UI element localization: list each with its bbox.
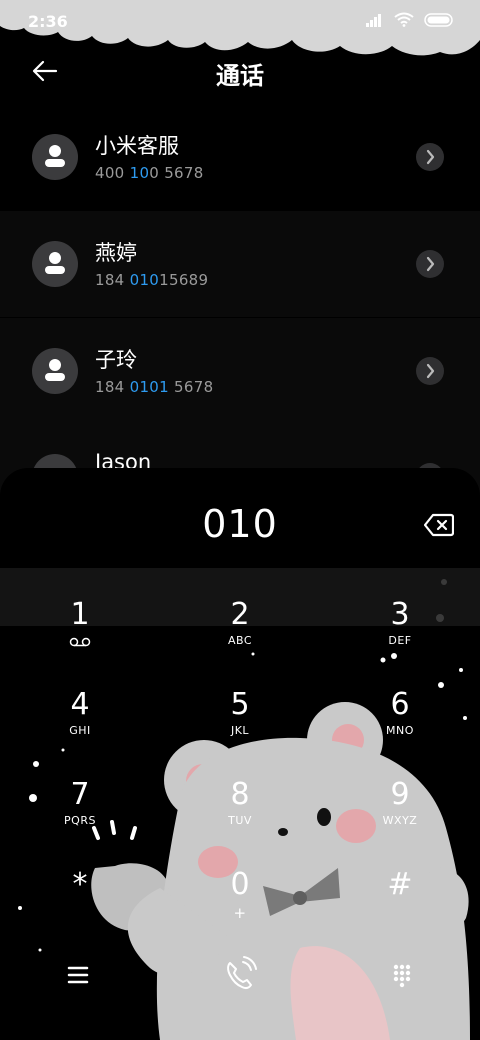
- page-title: 通话: [216, 62, 264, 90]
- number-match: 0101: [129, 378, 169, 396]
- key-digit: 8: [230, 777, 250, 812]
- contact-row[interactable]: 小米客服 400 100 5678: [0, 104, 480, 210]
- contact-number: 400 100 5678: [95, 164, 204, 182]
- chevron-right-icon: [426, 149, 435, 165]
- status-icons: [366, 12, 454, 27]
- key-digit: #: [387, 867, 413, 902]
- key-letters: JKL: [230, 724, 250, 737]
- key-9[interactable]: 9 WXYZ: [345, 778, 455, 858]
- contact-number: 184 0101 5678: [95, 378, 213, 396]
- call-icon[interactable]: [215, 950, 265, 1000]
- key-digit: 2: [230, 597, 250, 632]
- key-7[interactable]: 7 PQRS: [25, 778, 135, 858]
- status-time: 2:36: [28, 12, 68, 31]
- key-letters: GHI: [69, 724, 91, 737]
- number-part: 15689: [159, 271, 209, 289]
- backspace-icon[interactable]: [424, 513, 454, 537]
- key-6[interactable]: 6 MNO: [345, 688, 455, 768]
- key-digit: 7: [70, 777, 90, 812]
- number-part: 5678: [168, 378, 214, 396]
- key-letters: ABC: [227, 634, 253, 647]
- key-digit: 4: [70, 687, 90, 722]
- key-letters: MNO: [386, 724, 414, 737]
- contact-name: 小米客服: [95, 134, 179, 158]
- key-4[interactable]: 4 GHI: [25, 688, 135, 768]
- number-match: 010: [129, 271, 160, 289]
- chevron-right-icon: [426, 363, 435, 379]
- contact-details-button[interactable]: [416, 143, 444, 171]
- contact-details-button[interactable]: [416, 357, 444, 385]
- contact-row[interactable]: 燕婷 184 01015689: [0, 211, 480, 317]
- contact-name: 子玲: [95, 348, 137, 372]
- key-digit: 6: [390, 687, 410, 722]
- avatar: [32, 348, 78, 394]
- key-digit: *: [72, 867, 88, 902]
- contact-name: 燕婷: [95, 241, 137, 265]
- key-2[interactable]: 2 ABC: [185, 598, 295, 678]
- wifi-icon: [394, 12, 414, 27]
- number-part: 184: [95, 271, 130, 289]
- number-part: 400: [95, 164, 130, 182]
- key-letters: PQRS: [64, 814, 96, 827]
- menu-icon[interactable]: [53, 950, 103, 1000]
- voicemail-icon: [69, 637, 91, 647]
- key-letters: +: [233, 904, 247, 922]
- key-0[interactable]: 0 +: [185, 868, 295, 948]
- key-5[interactable]: 5 JKL: [185, 688, 295, 768]
- contact-number: 184 01015689: [95, 271, 208, 289]
- key-1[interactable]: 1: [25, 598, 135, 678]
- key-star[interactable]: *: [25, 868, 135, 948]
- number-part: 184: [95, 378, 130, 396]
- person-icon: [45, 145, 65, 167]
- key-letters: WXYZ: [382, 814, 418, 827]
- key-letters: TUV: [228, 814, 252, 827]
- key-8[interactable]: 8 TUV: [185, 778, 295, 858]
- header: 通话: [0, 46, 480, 96]
- key-digit: 9: [390, 777, 410, 812]
- contact-row[interactable]: 子玲 184 0101 5678: [0, 318, 480, 424]
- dialer-panel: 010 1 2 ABC 3 DEF 4 GHI 5 JKL 6 MNO 7 PQ…: [0, 468, 480, 1040]
- contact-details-button[interactable]: [416, 250, 444, 278]
- avatar: [32, 134, 78, 180]
- key-letters: DEF: [388, 634, 412, 647]
- key-digit: 0: [230, 867, 250, 902]
- dialpad-icon[interactable]: [377, 950, 427, 1000]
- person-icon: [45, 359, 65, 381]
- dial-display: 010: [0, 468, 480, 568]
- chevron-right-icon: [426, 256, 435, 272]
- key-3[interactable]: 3 DEF: [345, 598, 455, 678]
- dial-number: 010: [202, 502, 278, 546]
- battery-icon: [424, 12, 453, 27]
- person-icon: [45, 252, 65, 274]
- key-digit: 3: [390, 597, 410, 632]
- key-digit: 5: [230, 687, 250, 722]
- key-digit: 1: [70, 597, 90, 632]
- avatar: [32, 241, 78, 287]
- key-hash[interactable]: #: [345, 868, 455, 948]
- signal-icon: [366, 13, 381, 27]
- number-part: 0 5678: [149, 164, 204, 182]
- number-match: 10: [129, 164, 150, 182]
